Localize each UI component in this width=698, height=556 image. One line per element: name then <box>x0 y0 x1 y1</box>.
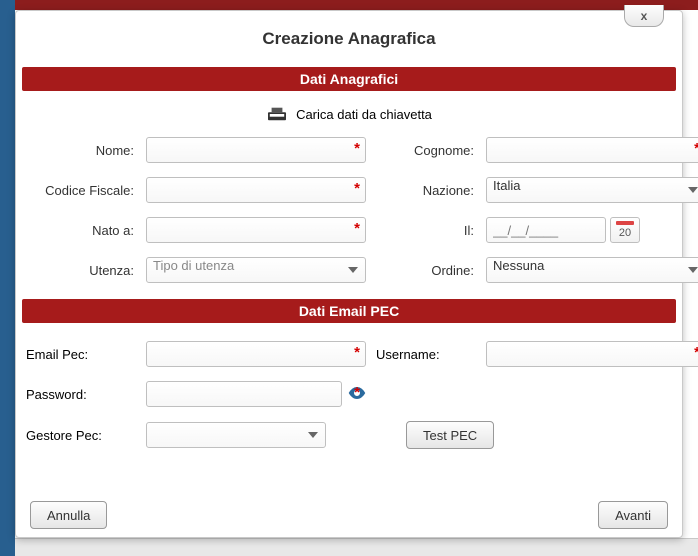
label-email-pec: Email Pec: <box>26 347 136 362</box>
annulla-button[interactable]: Annulla <box>30 501 107 529</box>
utenza-select[interactable]: Tipo di utenza <box>146 257 366 283</box>
section-header-pec: Dati Email PEC <box>22 299 676 323</box>
label-password: Password: <box>26 387 136 402</box>
pec-form: Email Pec: * Username: * Password: * Ges… <box>16 327 682 449</box>
codice-fiscale-input[interactable] <box>146 177 366 203</box>
dialog-footer: Annulla Avanti <box>16 493 682 537</box>
label-nazione: Nazione: <box>376 183 476 198</box>
close-button[interactable]: x <box>624 5 664 27</box>
calendar-icon: 20 <box>619 227 631 239</box>
label-codice-fiscale: Codice Fiscale: <box>26 183 136 198</box>
background-left-strip <box>0 0 15 556</box>
label-ordine: Ordine: <box>376 263 476 278</box>
cognome-input[interactable] <box>486 137 698 163</box>
nato-a-input[interactable] <box>146 217 366 243</box>
background-top-bar <box>0 0 698 10</box>
label-nome: Nome: <box>26 143 136 158</box>
background-bottom-strip <box>15 538 698 556</box>
test-pec-button[interactable]: Test PEC <box>406 421 494 449</box>
section-header-anagrafici: Dati Anagrafici <box>22 67 676 91</box>
calendar-button[interactable]: 20 <box>610 217 640 243</box>
username-input[interactable] <box>486 341 698 367</box>
nazione-select[interactable]: Italia <box>486 177 698 203</box>
label-nato-a: Nato a: <box>26 223 136 238</box>
load-from-card-button[interactable]: Carica dati da chiavetta <box>16 95 682 137</box>
load-from-card-label: Carica dati da chiavetta <box>296 107 432 122</box>
email-pec-input[interactable] <box>146 341 366 367</box>
label-gestore-pec: Gestore Pec: <box>26 428 136 443</box>
card-reader-icon <box>266 105 288 123</box>
password-input[interactable] <box>146 381 342 407</box>
nome-input[interactable] <box>146 137 366 163</box>
dialog-title: Creazione Anagrafica <box>16 11 682 63</box>
avanti-button[interactable]: Avanti <box>598 501 668 529</box>
dialog-creazione-anagrafica: x Creazione Anagrafica Dati Anagrafici C… <box>15 10 683 538</box>
label-il: Il: <box>376 223 476 238</box>
label-username: Username: <box>376 347 476 362</box>
il-date-input[interactable] <box>486 217 606 243</box>
close-icon: x <box>641 9 648 23</box>
anagrafici-form: Nome: * Cognome: * Codice Fiscale: * Naz… <box>16 137 682 283</box>
ordine-select[interactable]: Nessuna <box>486 257 698 283</box>
gestore-pec-select[interactable] <box>146 422 326 448</box>
show-password-icon[interactable] <box>348 386 366 403</box>
label-cognome: Cognome: <box>376 143 476 158</box>
label-utenza: Utenza: <box>26 263 136 278</box>
